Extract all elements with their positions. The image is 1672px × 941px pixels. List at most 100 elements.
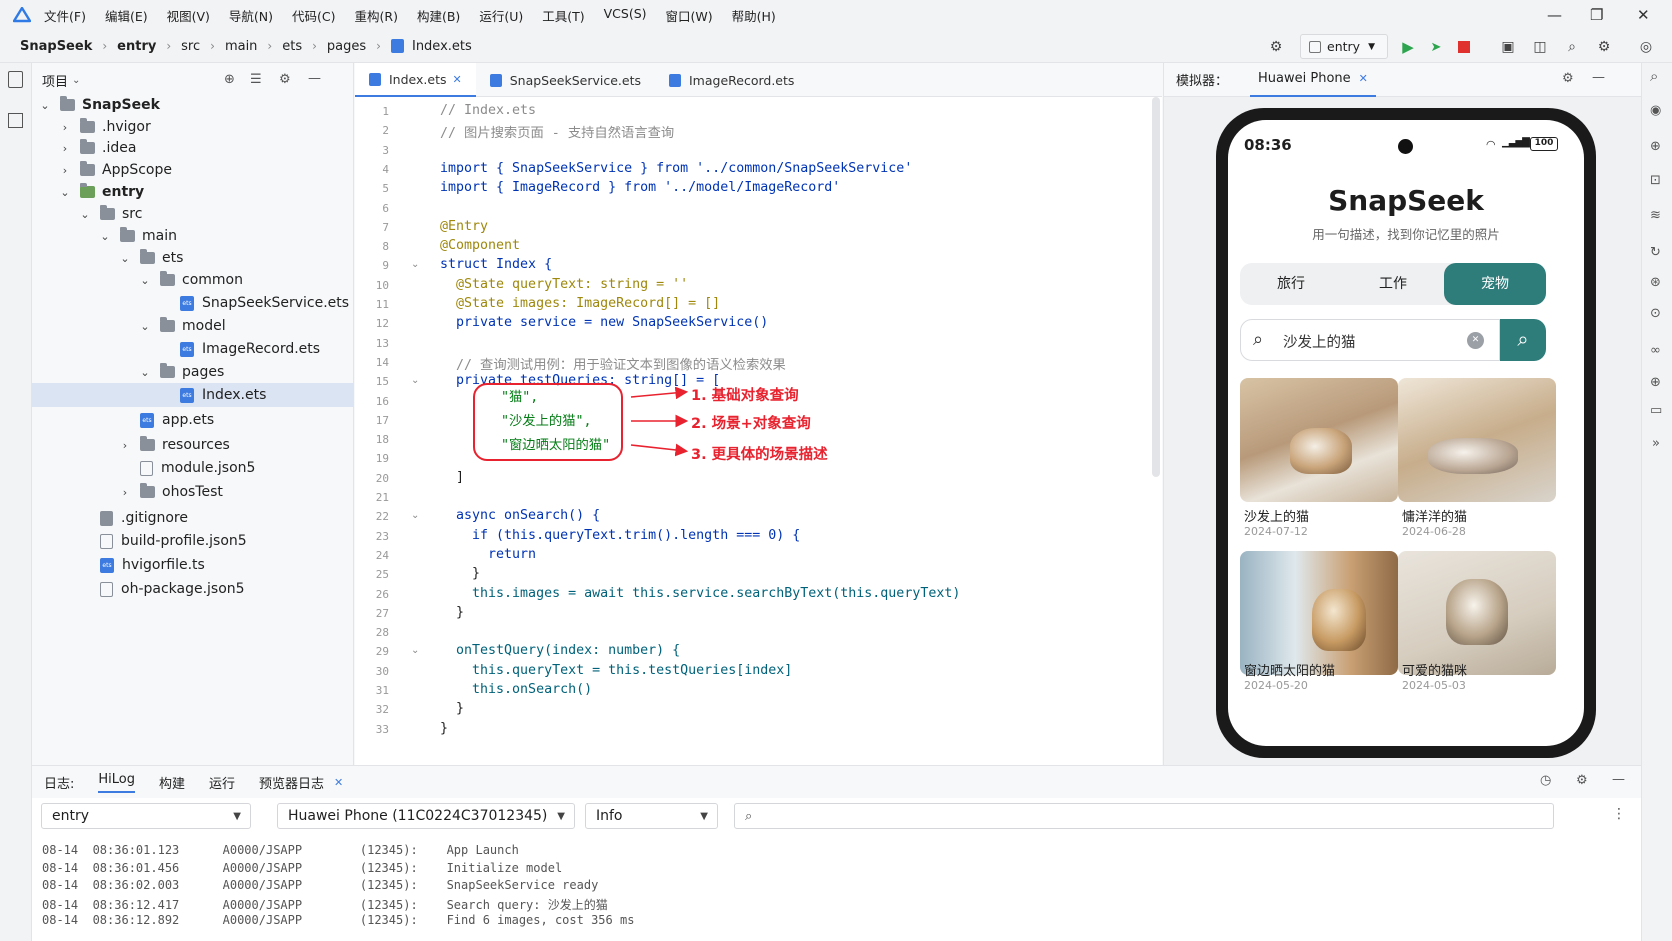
tab-work[interactable]: 工作: [1342, 263, 1444, 305]
search-box[interactable]: ⌕ 沙发上的猫 ✕: [1240, 319, 1500, 361]
chevron-down-icon[interactable]: ⌄: [138, 320, 152, 333]
breadcrumb-src[interactable]: src: [181, 39, 200, 54]
hide-panel-icon[interactable]: —: [308, 71, 321, 86]
tree-item[interactable]: build-profile.json5: [32, 529, 354, 553]
zoom-icon[interactable]: ⊙: [1650, 306, 1661, 321]
tab-snapseekservice[interactable]: SnapSeekService.ets: [476, 63, 655, 97]
tree-item[interactable]: ⌄ pages: [32, 360, 354, 384]
tree-item[interactable]: ⌄ model: [32, 314, 354, 338]
menu-item[interactable]: VCS(S): [604, 6, 647, 25]
gps-icon[interactable]: ⊛: [1650, 275, 1661, 290]
tab-hilog[interactable]: HiLog: [98, 772, 135, 793]
rotate-icon[interactable]: ↻: [1650, 245, 1661, 260]
tree-item[interactable]: › resources: [32, 433, 354, 457]
globe-icon[interactable]: ⊕: [1650, 139, 1661, 154]
account-icon[interactable]: ◎: [1636, 37, 1656, 57]
layers-icon[interactable]: ≋: [1650, 208, 1661, 223]
chevron-right-icon[interactable]: ›: [58, 164, 72, 177]
tab-imagerecord[interactable]: ImageRecord.ets: [655, 63, 808, 97]
module-select[interactable]: entry ▼: [41, 803, 251, 829]
zoom-in-icon[interactable]: ⊕: [1650, 375, 1661, 390]
tree-item[interactable]: ⌄ main: [32, 224, 354, 248]
collapse-all-icon[interactable]: ☰: [250, 72, 262, 87]
close-tab-icon[interactable]: ✕: [453, 73, 462, 86]
tree-item[interactable]: oh-package.json5: [32, 577, 354, 601]
tab-build[interactable]: 构建: [159, 773, 185, 792]
chevron-right-icon[interactable]: ›: [118, 486, 132, 499]
device-manager-icon[interactable]: ▣: [1498, 37, 1518, 57]
result-photo-2[interactable]: [1398, 378, 1556, 502]
structure-icon[interactable]: [8, 113, 23, 128]
tab-pets[interactable]: 宠物: [1444, 263, 1546, 305]
breadcrumb-ets[interactable]: ets: [282, 39, 302, 54]
menu-item[interactable]: 视图(V): [167, 6, 210, 25]
result-photo-3[interactable]: [1240, 551, 1398, 675]
debug-icon[interactable]: ➤: [1426, 37, 1446, 57]
chevron-down-icon[interactable]: ⌄: [72, 75, 80, 86]
hide-panel-icon[interactable]: —: [1612, 772, 1625, 787]
settings-icon[interactable]: ⚙: [1594, 37, 1614, 57]
tree-item[interactable]: › .idea: [32, 136, 354, 160]
fold-icon[interactable]: ⌄: [411, 259, 419, 270]
run-icon[interactable]: ▶: [1398, 37, 1418, 57]
search-input[interactable]: 沙发上的猫: [1283, 331, 1356, 352]
history-icon[interactable]: ◷: [1540, 773, 1551, 788]
breadcrumb-main[interactable]: main: [225, 39, 257, 54]
project-view-icon[interactable]: [8, 71, 23, 88]
result-photo-4[interactable]: [1398, 551, 1556, 675]
lock-icon[interactable]: ⊡: [1650, 173, 1661, 188]
chevron-right-icon[interactable]: ›: [118, 439, 132, 452]
settings-icon[interactable]: ⚙: [279, 72, 291, 87]
tree-item[interactable]: ets Index.ets: [32, 383, 354, 407]
tab-index-ets[interactable]: Index.ets ✕: [355, 63, 476, 97]
chevron-right-icon[interactable]: ›: [58, 142, 72, 155]
expand-icon[interactable]: »: [1652, 436, 1660, 451]
tree-item[interactable]: ets app.ets: [32, 408, 354, 432]
chevron-right-icon[interactable]: ›: [58, 121, 72, 134]
breadcrumb-file[interactable]: Index.ets: [412, 39, 472, 54]
chevron-down-icon[interactable]: ⌄: [138, 274, 152, 287]
menu-item[interactable]: 工具(T): [542, 6, 584, 25]
close-tab-icon[interactable]: ✕: [1359, 72, 1368, 85]
chevron-down-icon[interactable]: ⌄: [118, 252, 132, 265]
search-button[interactable]: ⌕: [1500, 319, 1546, 361]
camera-icon[interactable]: ◉: [1650, 103, 1661, 118]
hide-panel-icon[interactable]: —: [1592, 70, 1605, 85]
menu-item[interactable]: 运行(U): [479, 6, 523, 25]
close-tab-icon[interactable]: ✕: [334, 776, 343, 789]
tab-travel[interactable]: 旅行: [1240, 263, 1342, 305]
tree-item[interactable]: › ohosTest: [32, 480, 354, 504]
tree-item[interactable]: ⌄ entry: [32, 180, 354, 204]
screenshot-icon[interactable]: ◫: [1530, 37, 1550, 57]
editor-scrollbar[interactable]: [1152, 97, 1160, 477]
code-editor[interactable]: 1 2 3 4 5 6 7 8 9 ⌄ 10 11 12 13 14 15 ⌄ 16 17 18 19 20 21 22 ⌄ 23…: [355, 97, 1162, 765]
menu-item[interactable]: 重构(R): [355, 6, 398, 25]
more-icon[interactable]: ⋮: [1612, 806, 1626, 822]
tree-item[interactable]: › AppScope: [32, 158, 354, 182]
menu-item[interactable]: 代码(C): [292, 6, 335, 25]
tree-item[interactable]: ets hvigorfile.ts: [32, 553, 354, 577]
menu-item[interactable]: 帮助(H): [732, 6, 776, 25]
tab-huawei-phone[interactable]: Huawei Phone ✕: [1250, 63, 1376, 97]
minimize-icon[interactable]: —: [1547, 6, 1562, 24]
chevron-down-icon[interactable]: ⌄: [138, 366, 152, 379]
log-search-input[interactable]: ⌕: [734, 803, 1554, 829]
menu-item[interactable]: 编辑(E): [105, 6, 148, 25]
tree-item[interactable]: ets SnapSeekService.ets: [32, 291, 354, 315]
tab-previewer-log[interactable]: 预览器日志: [259, 773, 324, 792]
search-icon[interactable]: ⌕: [1650, 67, 1658, 85]
tree-item[interactable]: ⌄ SnapSeek: [32, 93, 354, 117]
chevron-down-icon[interactable]: ⌄: [78, 208, 92, 221]
device-select[interactable]: Huawei Phone (11C0224C37012345) ▼: [277, 803, 575, 829]
maximize-icon[interactable]: ❐: [1590, 6, 1603, 24]
chevron-down-icon[interactable]: ⌄: [38, 99, 52, 112]
fold-icon[interactable]: ⌄: [411, 645, 419, 656]
result-photo-1[interactable]: [1240, 378, 1398, 502]
locate-icon[interactable]: ⊕: [224, 72, 235, 87]
settings-icon[interactable]: ⚙: [1576, 773, 1588, 788]
menu-item[interactable]: 导航(N): [229, 6, 273, 25]
breadcrumb-entry[interactable]: entry: [117, 39, 156, 54]
project-title[interactable]: 项目: [42, 71, 68, 90]
tree-item[interactable]: module.json5: [32, 456, 354, 480]
breadcrumb-pages[interactable]: pages: [327, 39, 366, 54]
